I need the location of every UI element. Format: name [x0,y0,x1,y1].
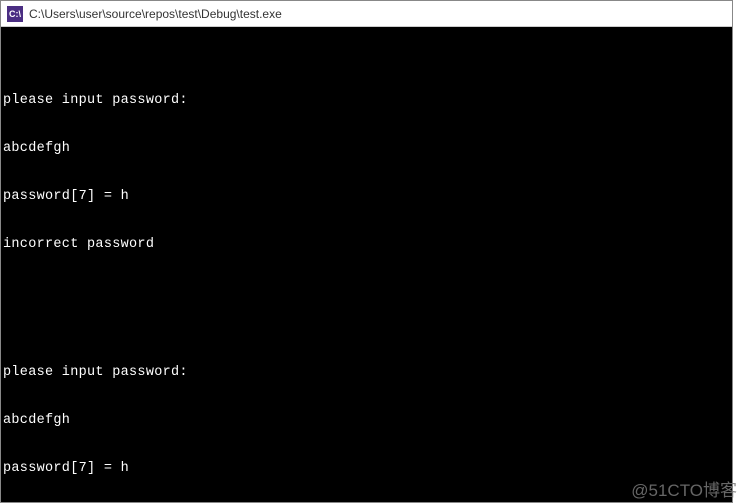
echo-line: password[7] = h [3,461,732,477]
console-block: please input password: abcdefgh password… [3,333,732,502]
console-output[interactable]: please input password: abcdefgh password… [1,27,732,502]
result-line: incorrect password [3,237,732,253]
input-line: abcdefgh [3,141,732,157]
console-window: C:\ C:\Users\user\source\repos\test\Debu… [0,0,733,503]
prompt-line: please input password: [3,365,732,381]
prompt-line: please input password: [3,93,732,109]
console-block: please input password: abcdefgh password… [3,61,732,285]
window-titlebar[interactable]: C:\ C:\Users\user\source\repos\test\Debu… [1,1,732,27]
window-title: C:\Users\user\source\repos\test\Debug\te… [29,7,282,21]
input-line: abcdefgh [3,413,732,429]
app-icon-label: C:\ [9,9,21,19]
app-icon: C:\ [7,6,23,22]
echo-line: password[7] = h [3,189,732,205]
